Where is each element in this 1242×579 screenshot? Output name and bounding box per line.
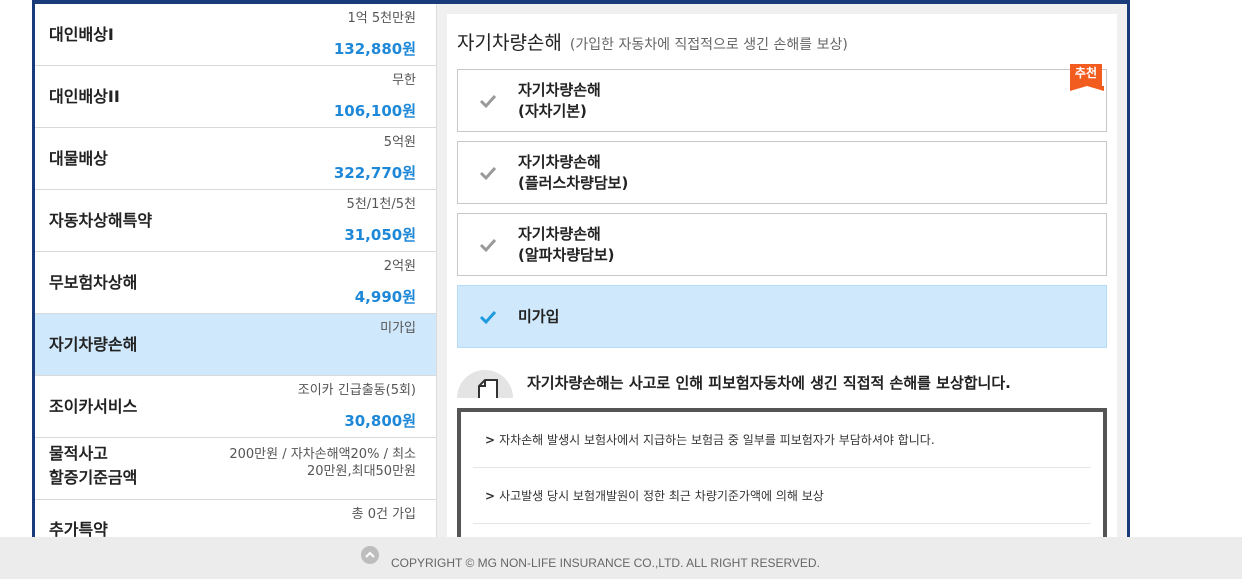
option-label: 자기차량손해 (플러스차량담보) [518, 152, 629, 192]
coverage-name: 대인배상I [49, 24, 114, 44]
coverage-limit: 1억 5천만원 [347, 11, 416, 26]
coverage-name-line2: 할증기준금액 [49, 468, 138, 487]
check-icon [479, 238, 497, 252]
coverage-limit: 조이카 긴급출동(5회) [297, 383, 416, 398]
footer: COPYRIGHT © MG NON-LIFE INSURANCE CO.,LT… [0, 537, 1242, 579]
coverage-name-line1: 물적사고 [49, 444, 108, 463]
option-not-subscribed[interactable]: 미가입 [457, 285, 1107, 348]
panel-subtitle: (가입한 자동차에 직접적으로 생긴 손해를 보상) [569, 37, 848, 53]
option-label: 미가입 [518, 307, 560, 325]
scroll-top-button[interactable] [361, 546, 379, 564]
coverage-row-joycar[interactable]: 조이카서비스 조이카 긴급출동(5회) 30,800원 [35, 376, 436, 438]
coverage-limit: 200만원 / 자차손해액20% / 최소20만원,최대50만원 [229, 447, 416, 479]
coverage-row-surcharge[interactable]: 물적사고 할증기준금액 200만원 / 자차손해액20% / 최소20만원,최대… [35, 438, 436, 500]
car-document-icon [457, 370, 513, 398]
option-alpha[interactable]: 자기차량손해 (알파차량담보) [457, 213, 1107, 276]
coverage-price: 322,770원 [333, 164, 416, 182]
option-plus[interactable]: 자기차량손해 (플러스차량담보) [457, 141, 1107, 204]
chevron-right-icon: > [485, 489, 496, 503]
coverage-price: 4,990원 [354, 288, 416, 306]
info-item: > 자차손해 발생시 보험사에서 지급하는 보험금 중 일부를 피보험자가 부담하… [473, 412, 1091, 468]
coverage-list: 대인배상I 1억 5천만원 132,880원 대인배상II 무한 106,100… [35, 4, 437, 537]
info-box: > 자차손해 발생시 보험사에서 지급하는 보험금 중 일부를 피보험자가 부담하… [457, 408, 1107, 537]
coverage-name: 무보험차상해 [49, 272, 138, 292]
coverage-limit: 2억원 [383, 259, 416, 274]
check-icon [479, 94, 497, 108]
coverage-name: 자기차량손해 [49, 334, 138, 354]
coverage-limit: 총 0건 가입 [351, 507, 416, 522]
coverage-row-own-vehicle[interactable]: 자기차량손해 미가입 [35, 314, 436, 376]
panel-title: 자기차량손해 (가입한 자동차에 직접적으로 생긴 손해를 보상) [457, 28, 848, 55]
coverage-name: 자동차상해특약 [49, 210, 153, 230]
detail-panel: 자기차량손해 (가입한 자동차에 직접적으로 생긴 손해를 보상) 자기차량손해(… [447, 14, 1117, 537]
info-heading: 자기차량손해는 사고로 인해 피보험자동차에 생긴 직접적 손해를 보상합니다. [457, 366, 1107, 398]
coverage-name: 대인배상II [49, 86, 120, 106]
option-label: 자기차량손해 (자차기본) [518, 80, 601, 120]
coverage-row-uninsured[interactable]: 무보험차상해 2억원 4,990원 [35, 252, 436, 314]
coverage-row-auto-injury[interactable]: 자동차상해특약 5천/1천/5천 31,050원 [35, 190, 436, 252]
copyright-text: COPYRIGHT © MG NON-LIFE INSURANCE CO.,LT… [391, 556, 820, 570]
coverage-limit: 무한 [392, 73, 416, 88]
chevron-right-icon: > [485, 433, 496, 447]
coverage-limit: 미가입 [380, 321, 416, 336]
info-title: 자기차량손해는 사고로 인해 피보험자동차에 생긴 직접적 손해를 보상합니다. [527, 374, 1011, 392]
coverage-name: 추가특약 [49, 520, 108, 537]
check-icon [479, 166, 497, 180]
coverage-row-property[interactable]: 대물배상 5억원 322,770원 [35, 128, 436, 190]
coverage-row-bodily-1[interactable]: 대인배상I 1억 5천만원 132,880원 [35, 4, 436, 66]
content-frame: 대인배상I 1억 5천만원 132,880원 대인배상II 무한 106,100… [32, 0, 1130, 537]
coverage-name: 조이카서비스 [49, 396, 138, 416]
coverage-price: 132,880원 [333, 40, 416, 58]
coverage-limit: 5억원 [383, 135, 416, 150]
coverage-row-bodily-2[interactable]: 대인배상II 무한 106,100원 [35, 66, 436, 128]
chevron-up-icon [365, 551, 375, 558]
option-label: 자기차량손해 (알파차량담보) [518, 224, 615, 264]
check-icon [479, 310, 497, 324]
coverage-name: 대물배상 [49, 148, 108, 168]
info-item: > 사고발생 당시 보험개발원이 정한 최근 차량기준가액에 의해 보상 [473, 468, 1091, 524]
coverage-price: 30,800원 [344, 412, 416, 430]
coverage-price: 106,100원 [333, 102, 416, 120]
option-basic[interactable]: 자기차량손해 (자차기본) 추천 [457, 64, 1107, 132]
coverage-row-extra[interactable]: 추가특약 총 0건 가입 [35, 500, 436, 537]
panel-title-text: 자기차량손해 [457, 32, 562, 54]
coverage-limit: 5천/1천/5천 [346, 197, 416, 212]
recommend-badge: 추천 [1069, 64, 1105, 91]
coverage-price: 31,050원 [344, 226, 416, 244]
coverage-name: 물적사고 할증기준금액 [49, 442, 137, 490]
